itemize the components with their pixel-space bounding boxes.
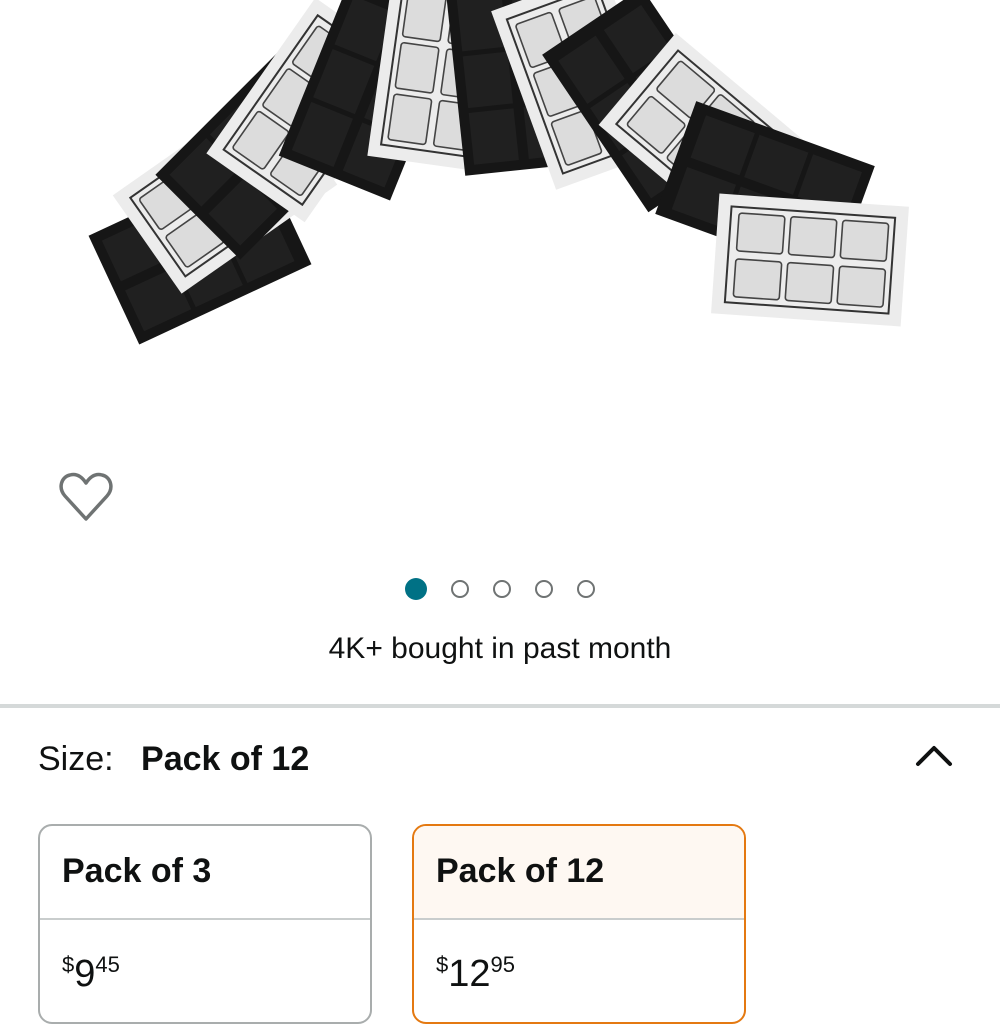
option-title: Pack of 3 — [40, 826, 370, 920]
carousel-dot[interactable] — [451, 580, 469, 598]
size-label: Size: — [38, 740, 114, 778]
heart-icon[interactable] — [56, 468, 116, 528]
carousel-dot[interactable] — [577, 580, 595, 598]
chevron-up-icon[interactable] — [912, 738, 956, 774]
option-title: Pack of 12 — [414, 826, 744, 920]
product-image[interactable] — [0, 0, 1000, 460]
price-whole: 12 — [448, 953, 491, 995]
price-cents: 45 — [95, 952, 120, 977]
size-option-pack-of-3[interactable]: Pack of 3 $945 — [38, 824, 372, 1024]
carousel-indicator — [0, 578, 1000, 600]
bought-in-past-month: 4K+ bought in past month — [328, 632, 672, 665]
option-price: $945 — [40, 920, 370, 996]
size-option-pack-of-12[interactable]: Pack of 12 $1295 — [412, 824, 746, 1024]
price-cents: 95 — [490, 952, 516, 977]
price-symbol: $ — [436, 952, 449, 977]
size-selector-header: Size: Pack of 12 — [38, 740, 309, 779]
price-whole: 9 — [74, 953, 96, 995]
carousel-dot[interactable] — [405, 578, 427, 600]
carousel-dot[interactable] — [493, 580, 511, 598]
carousel-dot[interactable] — [535, 580, 553, 598]
size-value: Pack of 12 — [141, 740, 310, 778]
option-price: $1295 — [414, 920, 744, 996]
price-symbol: $ — [62, 952, 75, 977]
divider — [0, 704, 1000, 708]
